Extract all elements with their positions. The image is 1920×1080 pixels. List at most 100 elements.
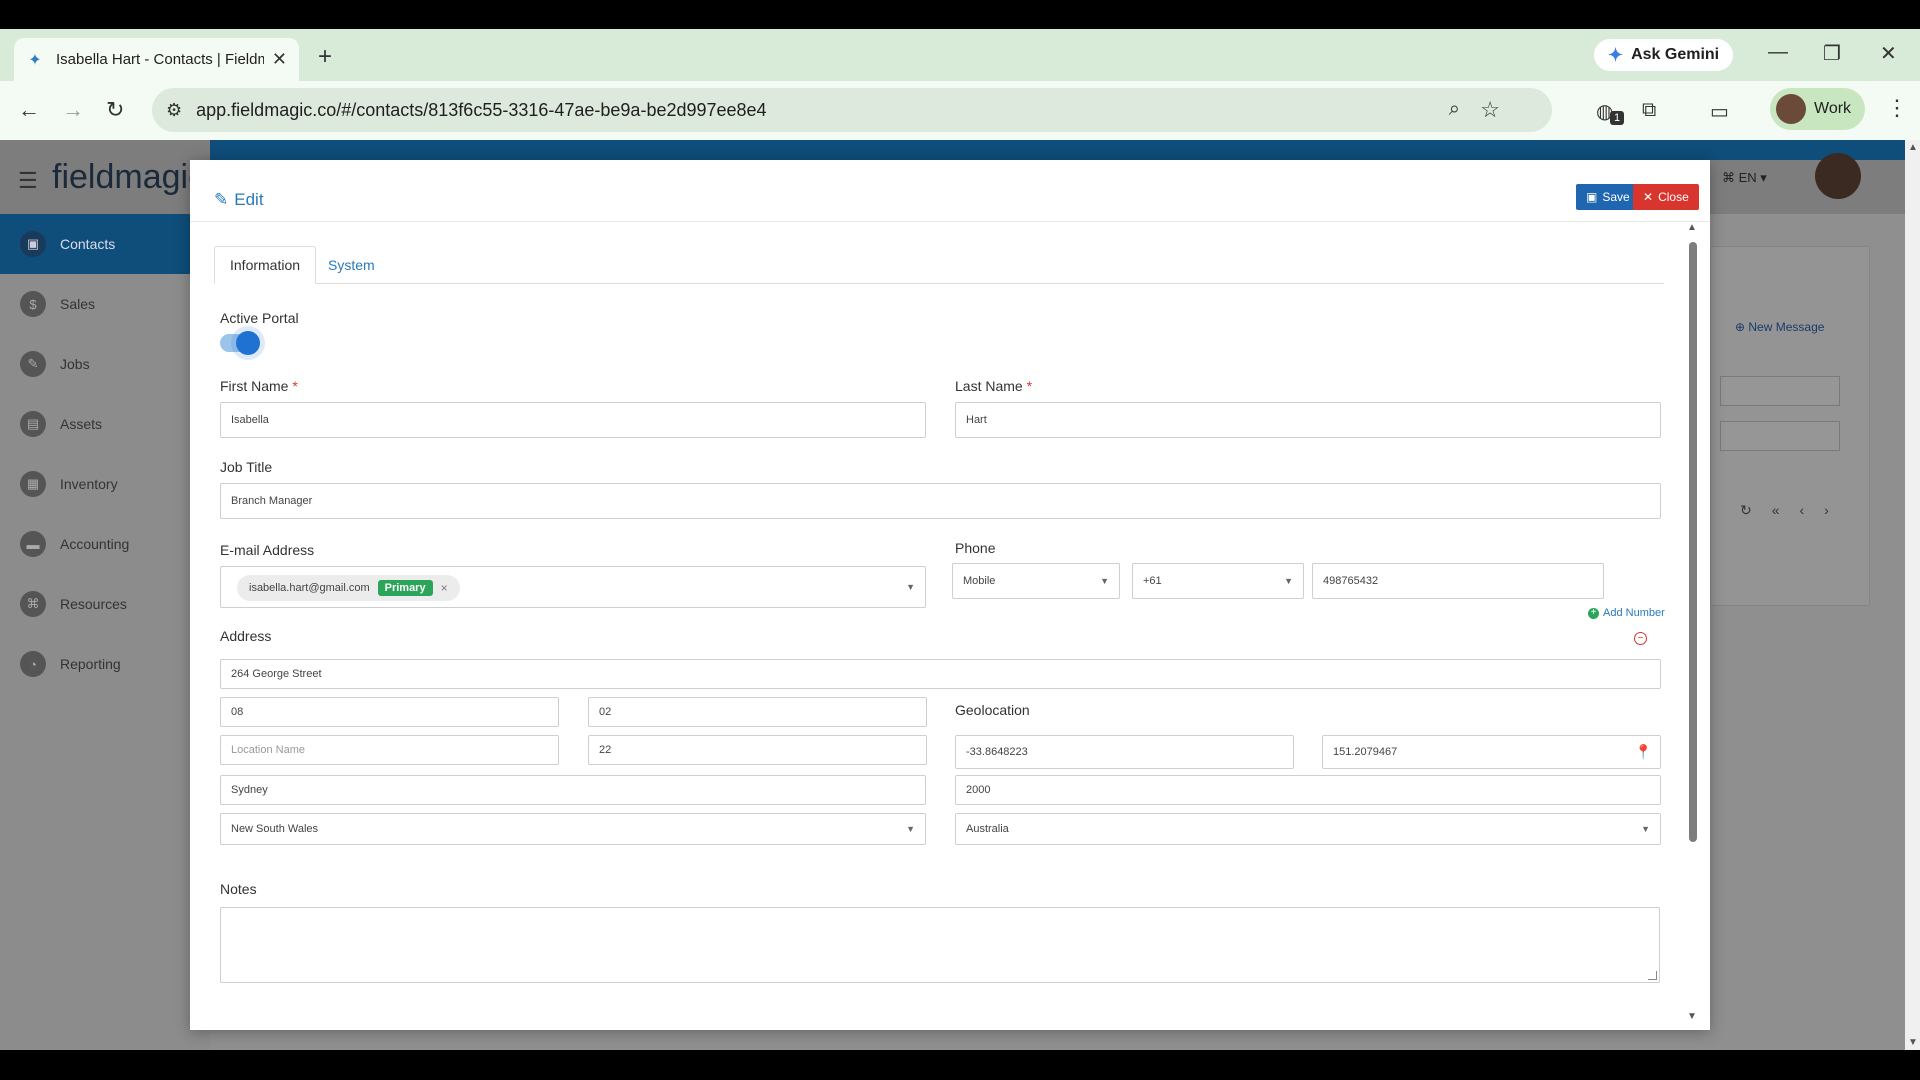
translate-icon: ⌘ xyxy=(1722,170,1739,185)
location-name-field[interactable]: Location Name xyxy=(220,735,559,765)
job-title-field[interactable]: Branch Manager xyxy=(220,483,1661,519)
extension-badge: 1 xyxy=(1610,111,1625,125)
tab-system[interactable]: System xyxy=(313,246,390,284)
add-number-link[interactable]: + Add Number xyxy=(1588,607,1665,619)
browser-menu-icon[interactable]: ⋮ xyxy=(1886,95,1908,121)
save-button[interactable]: ▣ Save xyxy=(1576,184,1640,210)
scroll-up-icon[interactable]: ▲ xyxy=(1687,222,1697,233)
language-label: EN xyxy=(1738,170,1757,185)
remove-phone-icon[interactable]: − xyxy=(1634,632,1647,645)
close-button[interactable]: ✕ Close xyxy=(1633,184,1699,210)
restore-icon[interactable]: ❐ xyxy=(1823,41,1841,66)
toggle-knob xyxy=(236,331,260,355)
new-tab-button[interactable]: + xyxy=(318,43,332,71)
sidebar-item-label: Inventory xyxy=(60,476,118,492)
window-close-icon[interactable]: ✕ xyxy=(1880,41,1897,66)
scroll-thumb[interactable] xyxy=(1689,242,1697,842)
hamburger-menu-icon[interactable]: ☰ xyxy=(18,168,38,194)
tab-search-icon[interactable]: ▭ xyxy=(1710,99,1729,124)
country-select[interactable]: Australia ▼ xyxy=(955,813,1661,845)
gemini-spark-icon: ✦ xyxy=(1608,44,1624,65)
scroll-down-icon[interactable]: ▼ xyxy=(1687,1011,1697,1022)
sidebar-item-label: Reporting xyxy=(60,656,121,672)
dollar-icon: $ xyxy=(20,291,46,317)
sidebar-item-reporting[interactable]: ◔ Reporting xyxy=(0,634,210,694)
new-message-link[interactable]: ⊕ New Message xyxy=(1735,320,1824,334)
page-scrollbar[interactable]: ▲ ▼ xyxy=(1905,140,1920,1050)
email-chip: isabella.hart@gmail.com Primary × xyxy=(237,575,460,601)
zoom-icon[interactable]: ⌕ xyxy=(1449,98,1460,121)
phone-type-value: Mobile xyxy=(963,575,996,587)
reload-icon[interactable]: ↻ xyxy=(106,97,124,123)
address-bar[interactable]: ⚙ app.fieldmagic.co/#/contacts/813f6c55-… xyxy=(152,88,1552,132)
sidebar: ▣ Contacts $ Sales ✎ Jobs ▤ Assets ▦ Inventor… xyxy=(0,214,210,1050)
browser-tab[interactable]: ✦ Isabella Hart - Contacts | Fieldm ✕ xyxy=(14,38,299,81)
address-field-1[interactable]: 08 xyxy=(220,697,559,727)
inventory-icon: ▦ xyxy=(20,471,46,497)
sidebar-item-label: Assets xyxy=(60,416,103,432)
extensions-puzzle-icon[interactable]: ⧉ xyxy=(1642,99,1656,122)
phone-code-select[interactable]: +61 ▼ xyxy=(1132,563,1304,599)
last-name-label: Last Name * xyxy=(955,378,1032,394)
forward-icon[interactable]: → xyxy=(62,97,84,123)
active-portal-toggle[interactable] xyxy=(220,331,260,355)
site-info-icon[interactable]: ⚙ xyxy=(166,100,182,121)
address-field-2[interactable]: 02 xyxy=(588,697,927,727)
back-icon[interactable]: ← xyxy=(18,97,40,123)
ask-gemini-button[interactable]: ✦ Ask Gemini xyxy=(1594,39,1734,71)
user-avatar[interactable] xyxy=(1815,153,1861,199)
phone-number-field[interactable]: 498765432 xyxy=(1312,563,1604,599)
pencil-icon: ✎ xyxy=(214,190,229,209)
first-name-label: First Name * xyxy=(220,378,298,394)
modal-header: ✎ Edit ▣ Save ✕ Close xyxy=(190,160,1710,222)
sidebar-item-contacts[interactable]: ▣ Contacts xyxy=(0,214,210,274)
sidebar-item-label: Contacts xyxy=(60,236,116,252)
sidebar-item-label: Jobs xyxy=(60,356,90,372)
minimize-icon[interactable]: — xyxy=(1768,41,1788,64)
scroll-up-icon[interactable]: ▲ xyxy=(1908,142,1918,153)
first-name-field[interactable]: Isabella xyxy=(220,402,926,438)
last-name-field[interactable]: Hart xyxy=(955,402,1661,438)
street-field[interactable]: 264 George Street xyxy=(220,659,1661,689)
sidebar-item-resources[interactable]: ⌘ Resources xyxy=(0,574,210,634)
city-field[interactable]: Sydney xyxy=(220,775,926,805)
wrench-icon: ✎ xyxy=(20,351,46,377)
sidebar-item-assets[interactable]: ▤ Assets xyxy=(0,394,210,454)
sidebar-item-accounting[interactable]: ▬ Accounting xyxy=(0,514,210,574)
postcode-field[interactable]: 2000 xyxy=(955,775,1661,805)
address-field-3[interactable]: 22 xyxy=(588,735,927,765)
modal-scrollbar[interactable]: ▲ ▼ xyxy=(1686,222,1700,1022)
sidebar-item-sales[interactable]: $ Sales xyxy=(0,274,210,334)
email-field[interactable]: isabella.hart@gmail.com Primary × ▼ xyxy=(220,566,926,608)
latitude-field[interactable]: -33.8648223 xyxy=(955,735,1294,769)
url-text[interactable]: app.fieldmagic.co/#/contacts/813f6c55-33… xyxy=(196,100,766,121)
remove-email-icon[interactable]: × xyxy=(441,581,448,595)
email-label: E-mail Address xyxy=(220,542,315,558)
modal-tabs: Information System xyxy=(214,246,1664,284)
reporting-icon: ◔ xyxy=(20,651,46,677)
sidebar-item-label: Accounting xyxy=(60,536,130,552)
phone-type-select[interactable]: Mobile ▼ xyxy=(952,563,1120,599)
briefcase-icon: ▤ xyxy=(20,411,46,437)
sidebar-item-jobs[interactable]: ✎ Jobs xyxy=(0,334,210,394)
contacts-icon: ▣ xyxy=(20,231,46,257)
state-select[interactable]: New South Wales ▼ xyxy=(220,813,926,845)
close-label: Close xyxy=(1658,190,1689,204)
bookmark-star-icon[interactable]: ☆ xyxy=(1480,97,1500,123)
scroll-down-icon[interactable]: ▼ xyxy=(1908,1037,1918,1048)
sidebar-item-inventory[interactable]: ▦ Inventory xyxy=(0,454,210,514)
profile-button[interactable]: Work xyxy=(1770,88,1866,130)
omnibar: ← → ↻ ⚙ app.fieldmagic.co/#/contacts/813… xyxy=(0,81,1920,140)
tab-close-icon[interactable]: ✕ xyxy=(272,49,287,70)
email-value: isabella.hart@gmail.com xyxy=(249,582,370,594)
chevron-down-icon: ▼ xyxy=(1100,576,1109,586)
sidebar-item-label: Resources xyxy=(60,596,127,612)
language-selector[interactable]: ⌘ EN ▾ xyxy=(1722,170,1767,186)
notes-textarea[interactable] xyxy=(220,907,1660,983)
longitude-field[interactable]: 151.2079467 📍 xyxy=(1322,735,1661,769)
map-pin-icon[interactable]: 📍 xyxy=(1635,744,1652,761)
chevron-down-icon: ▼ xyxy=(1641,824,1650,834)
modal-body: Information System Active Portal First N… xyxy=(190,222,1710,1030)
primary-badge: Primary xyxy=(377,580,433,596)
tab-information[interactable]: Information xyxy=(214,246,317,284)
